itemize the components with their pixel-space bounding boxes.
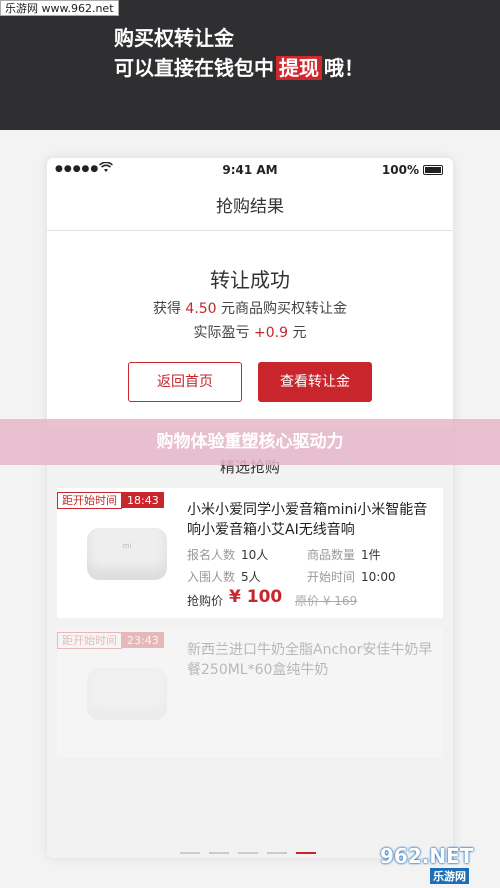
- view-transfer-button[interactable]: 查看转让金: [258, 362, 372, 402]
- profit-prefix: 实际盈亏: [193, 325, 250, 341]
- headline-suffix: 哦！: [324, 56, 364, 80]
- watermark-main: 962.NET: [380, 844, 474, 868]
- page-dot-active[interactable]: [296, 852, 316, 854]
- profit-amount: +0.9: [254, 325, 288, 341]
- product-card[interactable]: 距开始时间 23:43 新西兰进口牛奶全脂Anchor安佳牛奶早餐250ML*60…: [57, 628, 443, 758]
- result-profit: 实际盈亏 +0.9 元: [47, 322, 453, 342]
- countdown-badge: 距开始时间 23:43: [57, 632, 164, 649]
- page-dot[interactable]: [238, 852, 258, 854]
- nav-divider: [47, 230, 453, 231]
- back-home-button[interactable]: 返回首页: [128, 362, 242, 402]
- countdown-label: 距开始时间: [57, 632, 122, 649]
- page-dot[interactable]: [209, 852, 229, 854]
- original-price: 原价 ¥ 169: [295, 594, 358, 608]
- product-title[interactable]: 新西兰进口牛奶全脂Anchor安佳牛奶早餐250ML*60盒纯牛奶: [187, 640, 437, 680]
- zigzag-edge: [0, 124, 500, 136]
- battery-icon: [423, 165, 443, 175]
- watermark-logo: 962.NET 乐游网: [380, 844, 496, 886]
- watermark-top: 乐游网 www.962.net: [0, 0, 119, 16]
- headline-prefix: 可以直接在钱包中: [114, 56, 274, 80]
- price-label: 抢购价: [187, 594, 224, 608]
- watermark-sub: 乐游网: [430, 868, 469, 884]
- gain-prefix: 获得: [152, 301, 181, 317]
- headline-line1: 购买权转让金: [114, 26, 234, 50]
- battery-percent: 100%: [381, 163, 419, 177]
- caption-overlay: 购物体验重塑核心驱动力: [0, 419, 500, 465]
- product-image[interactable]: mi: [87, 528, 167, 580]
- start-time: 开始时间 10:00: [307, 570, 396, 584]
- status-bar: ●●●●● 9:41 AM 100%: [47, 158, 453, 184]
- product-quantity: 商品数量 1件: [307, 548, 381, 562]
- product-image[interactable]: [87, 668, 167, 720]
- page-dot[interactable]: [267, 852, 287, 854]
- phone-screen: ●●●●● 9:41 AM 100% 抢购结果 转让成功 获得 4.50 元商品…: [47, 158, 453, 858]
- countdown-badge: 距开始时间 18:43: [57, 492, 164, 509]
- product-title[interactable]: 小米小爱同学小爱音箱mini小米智能音响小爱音箱小艾AI无线音响: [187, 500, 437, 540]
- headline-line2: 可以直接在钱包中 提现 哦！: [114, 52, 364, 81]
- result-title: 转让成功: [210, 268, 290, 292]
- countdown-time: 23:43: [122, 632, 164, 648]
- countdown-label: 距开始时间: [57, 492, 122, 509]
- profit-suffix: 元: [292, 325, 307, 341]
- flash-price: ¥ 100: [229, 587, 283, 607]
- shortlisted-count: 入围人数 5人: [187, 570, 261, 584]
- page-title: 抢购结果: [216, 197, 284, 217]
- result-gain: 获得 4.50 元商品购买权转让金: [47, 298, 453, 318]
- product-card[interactable]: 距开始时间 18:43 mi 小米小爱同学小爱音箱mini小米智能音响小爱音箱小艾…: [57, 488, 443, 618]
- product-logo: mi: [122, 542, 132, 550]
- gain-suffix: 元商品购买权转让金: [221, 301, 348, 317]
- countdown-time: 18:43: [122, 492, 164, 508]
- gain-amount: 4.50: [185, 301, 217, 317]
- page-dot[interactable]: [180, 852, 200, 854]
- headline-highlight: 提现: [276, 56, 322, 80]
- signup-count: 报名人数 10人: [187, 548, 269, 562]
